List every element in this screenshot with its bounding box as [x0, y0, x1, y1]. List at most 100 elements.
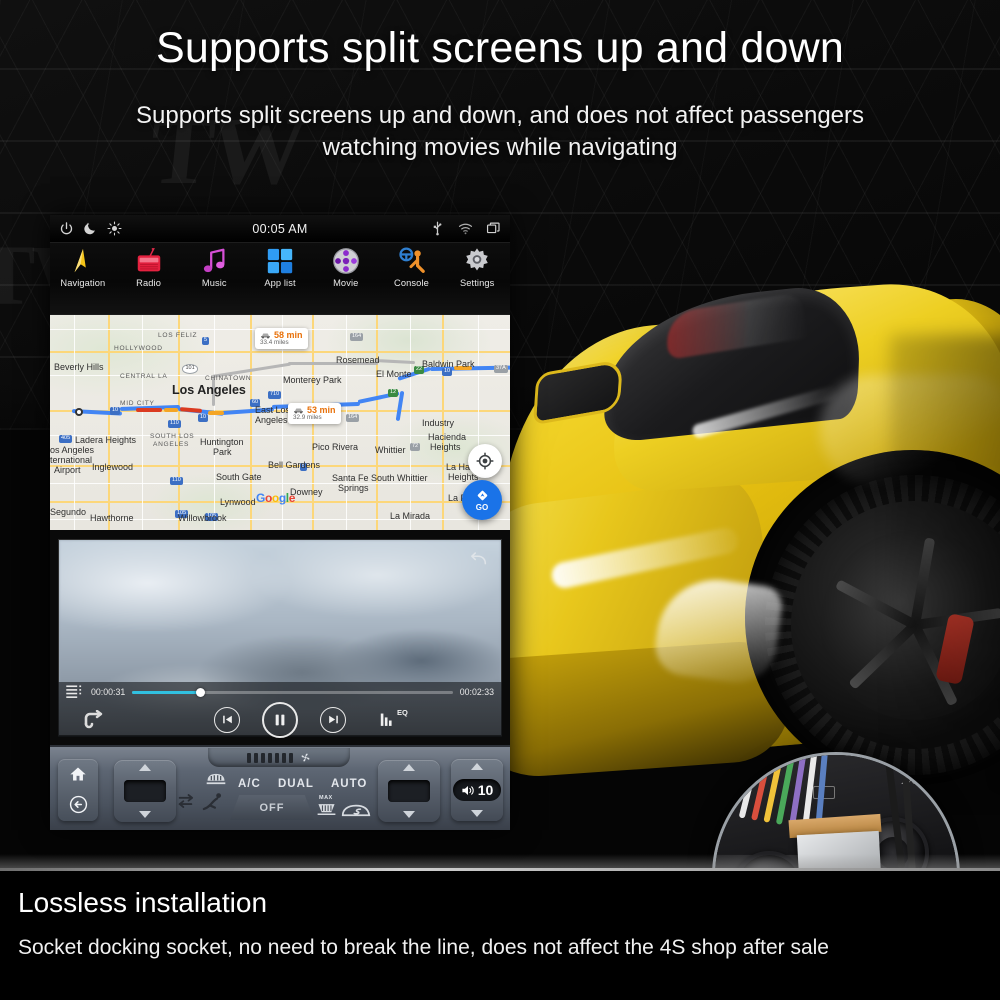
back-arrow-icon[interactable]	[467, 548, 489, 570]
defrost-front-icon[interactable]	[205, 771, 227, 787]
wifi-icon	[458, 223, 473, 235]
volume-display: 10	[453, 779, 501, 801]
speaker-icon	[462, 785, 474, 795]
temp-down-icon[interactable]	[139, 811, 151, 818]
steering-wheel-icon	[399, 247, 426, 273]
home-button[interactable]	[69, 766, 87, 782]
yellow-sports-car-photo	[490, 195, 1000, 815]
app-label: Console	[394, 278, 429, 288]
fan-icon	[301, 753, 310, 762]
app-app-list[interactable]: App list	[247, 246, 313, 288]
airflow-icon[interactable]	[341, 801, 371, 819]
navigation-arrow-icon	[74, 248, 86, 273]
route-badge-secondary[interactable]: 53 min 32.9 miles	[288, 403, 341, 424]
google-logo: Google	[256, 491, 295, 505]
app-console[interactable]: Console	[379, 246, 445, 288]
volume-control[interactable]: 10	[451, 759, 503, 821]
usb-icon	[433, 221, 442, 236]
app-label: Music	[201, 278, 227, 288]
app-movie[interactable]: Movie	[313, 246, 379, 288]
app-label: Navigation	[60, 278, 106, 288]
video-controls: 00:00:31 00:02:33 EQ	[58, 682, 502, 738]
music-note-icon	[204, 248, 225, 273]
app-settings[interactable]: Settings	[444, 246, 510, 288]
page-subtitle: Supports split screens up and down, and …	[135, 102, 865, 162]
radio-icon	[137, 248, 160, 272]
app-label: Movie	[333, 278, 359, 288]
go-label: GO	[475, 503, 489, 512]
origin-marker	[75, 408, 83, 416]
climate-control-panel: A/C DUAL AUTO OFF MAX 10	[50, 745, 510, 830]
temp-up-icon[interactable]	[403, 764, 415, 771]
app-navigation[interactable]: Navigation	[50, 246, 116, 288]
power-icon[interactable]	[59, 221, 74, 236]
temp-up-icon[interactable]	[139, 764, 151, 771]
go-button[interactable]: GO	[462, 480, 502, 520]
passenger-temp-display	[388, 780, 430, 802]
car-icon	[261, 333, 270, 339]
caption-heading: Lossless installation	[18, 887, 268, 918]
car-icon	[294, 408, 303, 414]
video-progress-fill	[132, 690, 200, 694]
head-unit-screen: 00:05 AM Navigation Radio Music App list…	[50, 215, 510, 745]
app-label: Settings	[459, 278, 495, 288]
volume-down-icon[interactable]	[471, 810, 483, 817]
driver-temp-display	[124, 780, 166, 802]
app-label: Radio	[136, 278, 161, 288]
equalizer-bars-icon	[380, 713, 392, 726]
video-current-time: 00:00:31	[91, 687, 126, 697]
passenger-temp-control[interactable]	[378, 760, 440, 822]
temp-down-icon[interactable]	[403, 811, 415, 818]
route-distance: 32.9 miles	[293, 414, 322, 421]
pause-icon	[275, 714, 285, 725]
volume-up-icon[interactable]	[471, 763, 483, 770]
defrost-rear-icon[interactable]	[316, 801, 337, 817]
auto-label[interactable]: AUTO	[331, 778, 367, 790]
brightness-icon[interactable]	[107, 221, 122, 236]
app-music[interactable]: Music	[181, 246, 247, 288]
dual-label[interactable]: DUAL	[278, 778, 314, 790]
eq-label: EQ	[397, 708, 408, 717]
volume-value: 10	[477, 782, 494, 798]
grid-squares-icon	[267, 248, 293, 274]
caption-body: Socket docking socket, no need to break …	[18, 936, 829, 959]
navigation-map[interactable]: 5 101 710 10 110 10 105 60 164 22 12 10 …	[50, 315, 510, 530]
app-launcher-row: Navigation Radio Music App list Movie Co…	[50, 243, 510, 315]
off-button[interactable]: OFF	[230, 795, 314, 820]
route-distance: 33.4 miles	[260, 339, 289, 346]
crosshair-icon	[476, 452, 494, 470]
route-badge-primary[interactable]: 58 min 33.4 miles	[255, 328, 308, 349]
video-player: 00:00:31 00:02:33 EQ	[50, 530, 510, 745]
recirculate-icon[interactable]	[178, 791, 198, 813]
playlist-icon[interactable]	[66, 684, 84, 700]
my-location-button[interactable]	[468, 444, 502, 478]
next-icon	[328, 715, 338, 724]
film-reel-icon	[332, 248, 359, 274]
seat-airflow-icon[interactable]	[202, 791, 226, 815]
home-back-button-pair	[58, 759, 98, 821]
video-progress-handle[interactable]	[195, 687, 205, 697]
caption-top-strip	[0, 854, 1000, 868]
navigation-diamond-icon	[477, 490, 487, 501]
car-head-unit: 00:05 AM Navigation Radio Music App list…	[50, 215, 510, 830]
bottom-caption-bar: Lossless installation Socket docking soc…	[0, 868, 1000, 1000]
page-title: Supports split screens up and down	[155, 24, 845, 72]
app-label: App list	[264, 278, 296, 288]
ac-label[interactable]: A/C	[238, 778, 261, 790]
next-track-button[interactable]	[320, 706, 346, 733]
video-progress-bar[interactable]	[132, 687, 453, 697]
equalizer-button[interactable]: EQ	[380, 706, 410, 734]
gear-icon	[466, 248, 488, 271]
previous-icon	[222, 715, 232, 724]
status-bar: 00:05 AM	[50, 215, 510, 243]
fan-vent	[208, 748, 350, 767]
driver-temp-control[interactable]	[114, 760, 176, 822]
night-mode-icon[interactable]	[83, 221, 98, 236]
multi-window-icon[interactable]	[486, 221, 501, 236]
video-total-time: 00:02:33	[459, 687, 494, 697]
pause-button[interactable]	[262, 701, 298, 738]
app-radio[interactable]: Radio	[116, 246, 182, 288]
previous-track-button[interactable]	[214, 706, 240, 733]
back-button[interactable]	[69, 795, 88, 814]
repeat-icon[interactable]	[82, 710, 108, 732]
